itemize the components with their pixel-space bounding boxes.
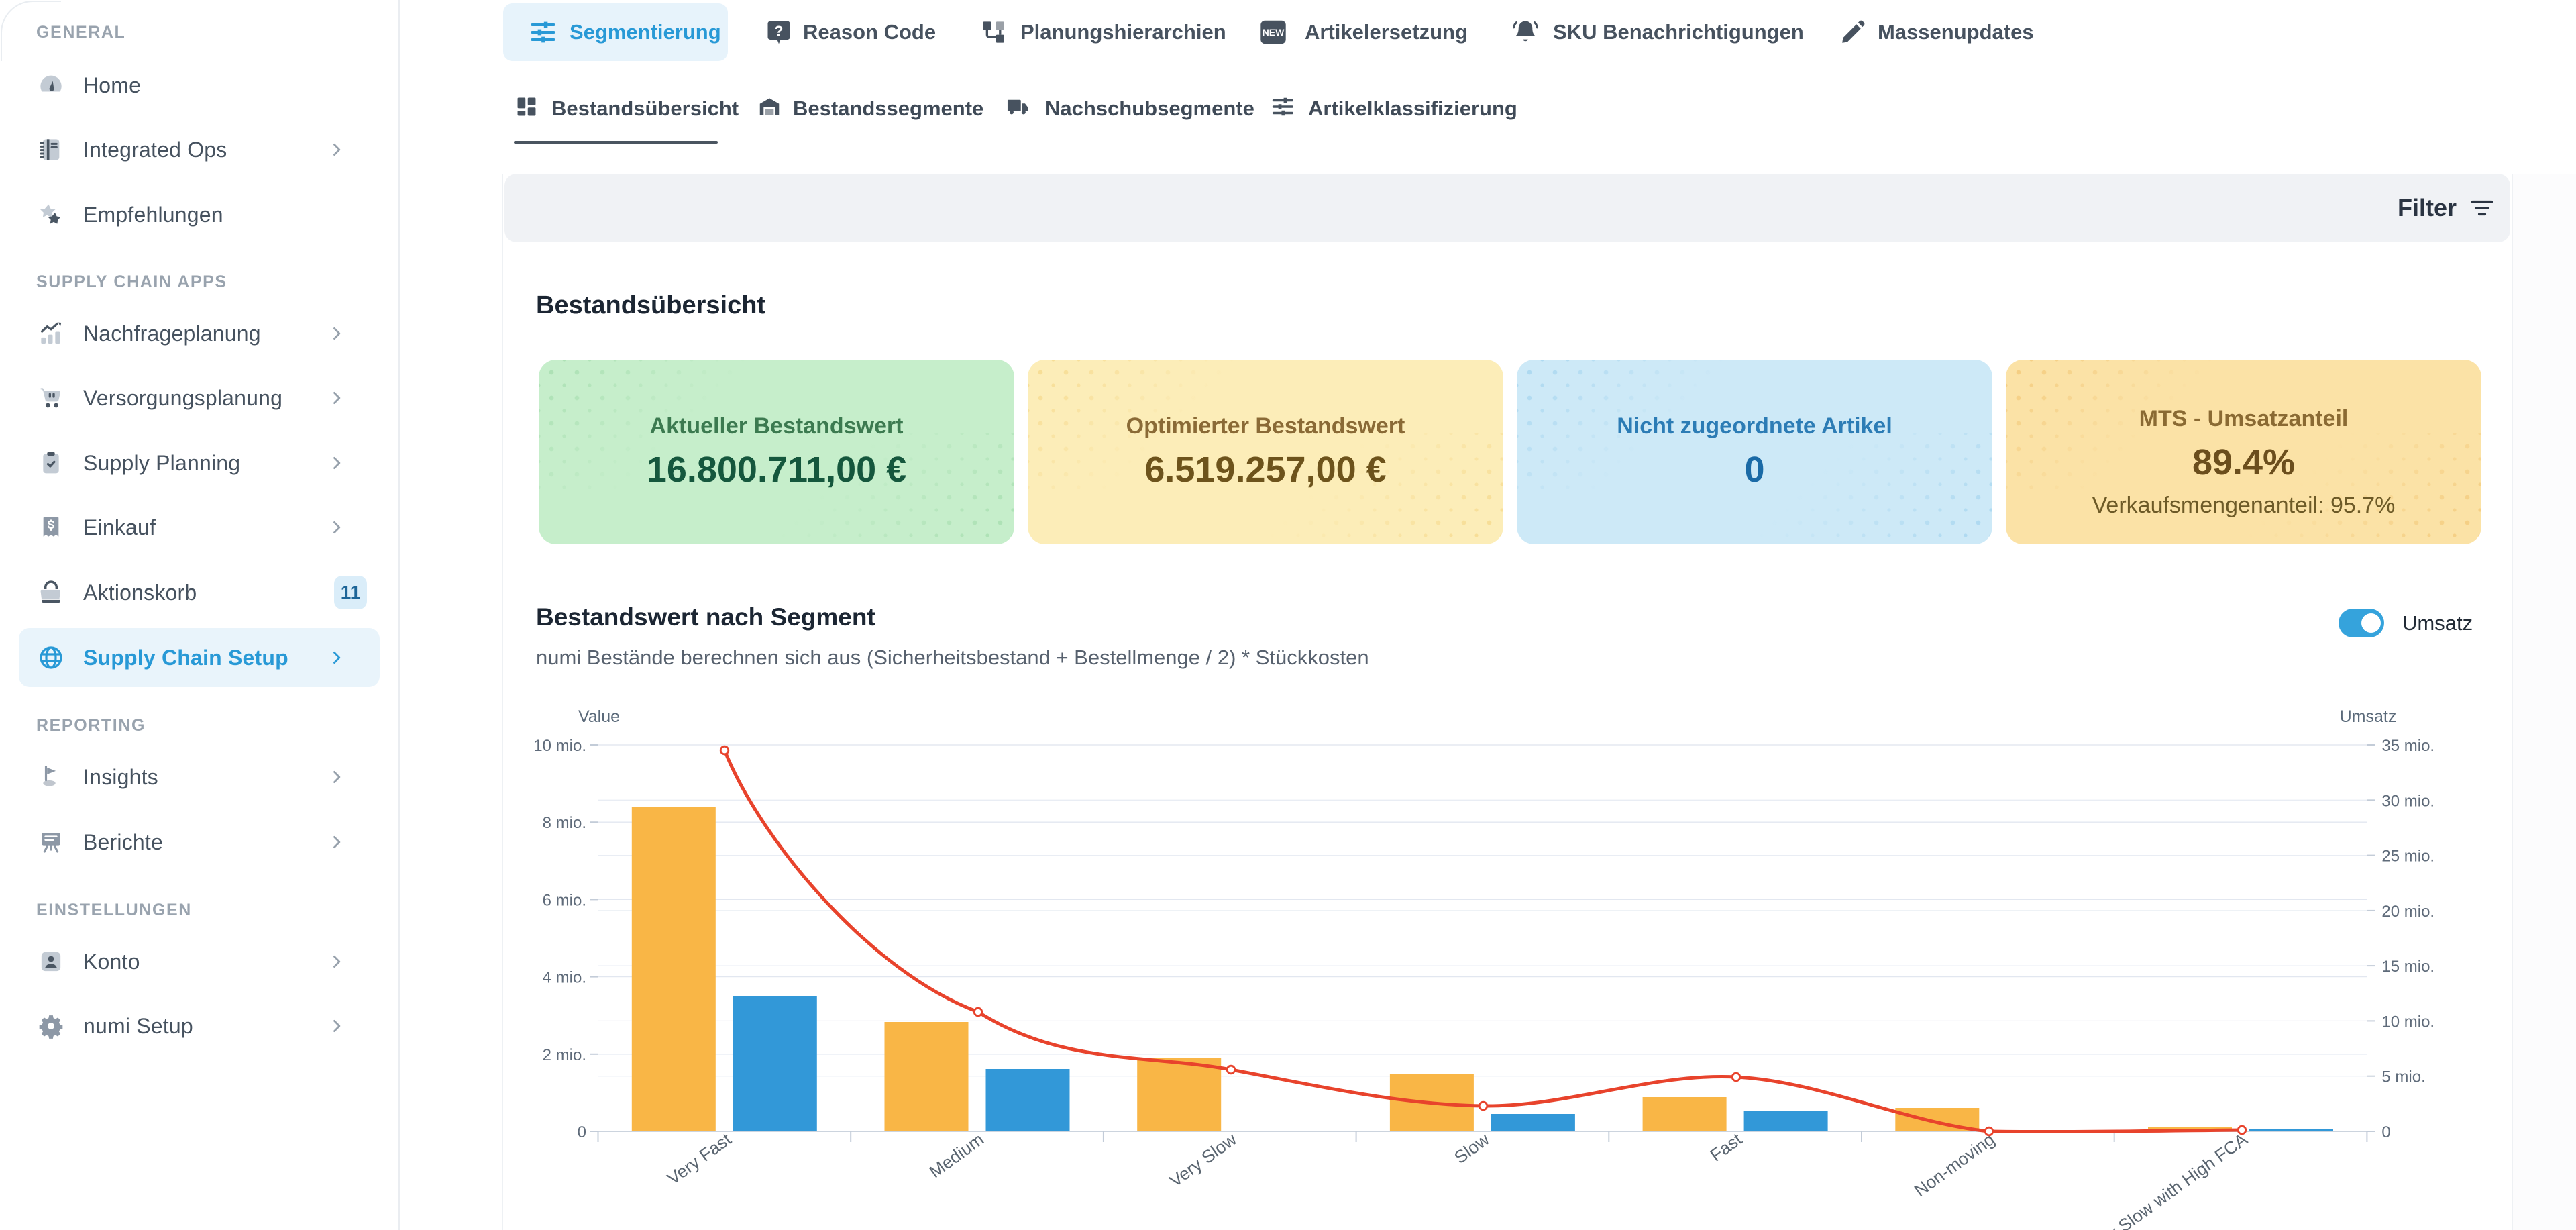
svg-text:35 mio.: 35 mio. [2381, 737, 2434, 755]
svg-text:Medium: Medium [926, 1129, 987, 1182]
svg-text:Non-moving: Non-moving [1911, 1129, 1998, 1201]
svg-text:Very Slow with High FCA: Very Slow with High FCA [2082, 1129, 2251, 1230]
svg-text:0: 0 [578, 1123, 586, 1141]
svg-text:?: ? [775, 23, 784, 39]
svg-text:10 mio.: 10 mio. [533, 737, 586, 755]
svg-text:20 mio.: 20 mio. [2381, 903, 2434, 921]
svg-text:2 mio.: 2 mio. [543, 1046, 586, 1064]
svg-text:Very Fast: Very Fast [663, 1129, 735, 1188]
svg-text:15 mio.: 15 mio. [2381, 958, 2434, 976]
svg-text:4 mio.: 4 mio. [543, 969, 586, 987]
svg-text:0: 0 [2381, 1123, 2390, 1141]
svg-text:5 mio.: 5 mio. [2381, 1068, 2425, 1086]
svg-text:Umsatz: Umsatz [2340, 707, 2397, 726]
svg-text:Fast: Fast [1707, 1129, 1746, 1165]
svg-text:6 mio.: 6 mio. [543, 891, 586, 909]
svg-text:Value: Value [578, 707, 620, 726]
svg-text:Slow: Slow [1450, 1129, 1493, 1168]
svg-text:10 mio.: 10 mio. [2381, 1013, 2434, 1031]
svg-text:30 mio.: 30 mio. [2381, 792, 2434, 810]
svg-text:25 mio.: 25 mio. [2381, 848, 2434, 866]
svg-text:8 mio.: 8 mio. [543, 814, 586, 832]
svg-text:NEW: NEW [1263, 27, 1285, 38]
svg-text:Very Slow: Very Slow [1166, 1129, 1240, 1190]
